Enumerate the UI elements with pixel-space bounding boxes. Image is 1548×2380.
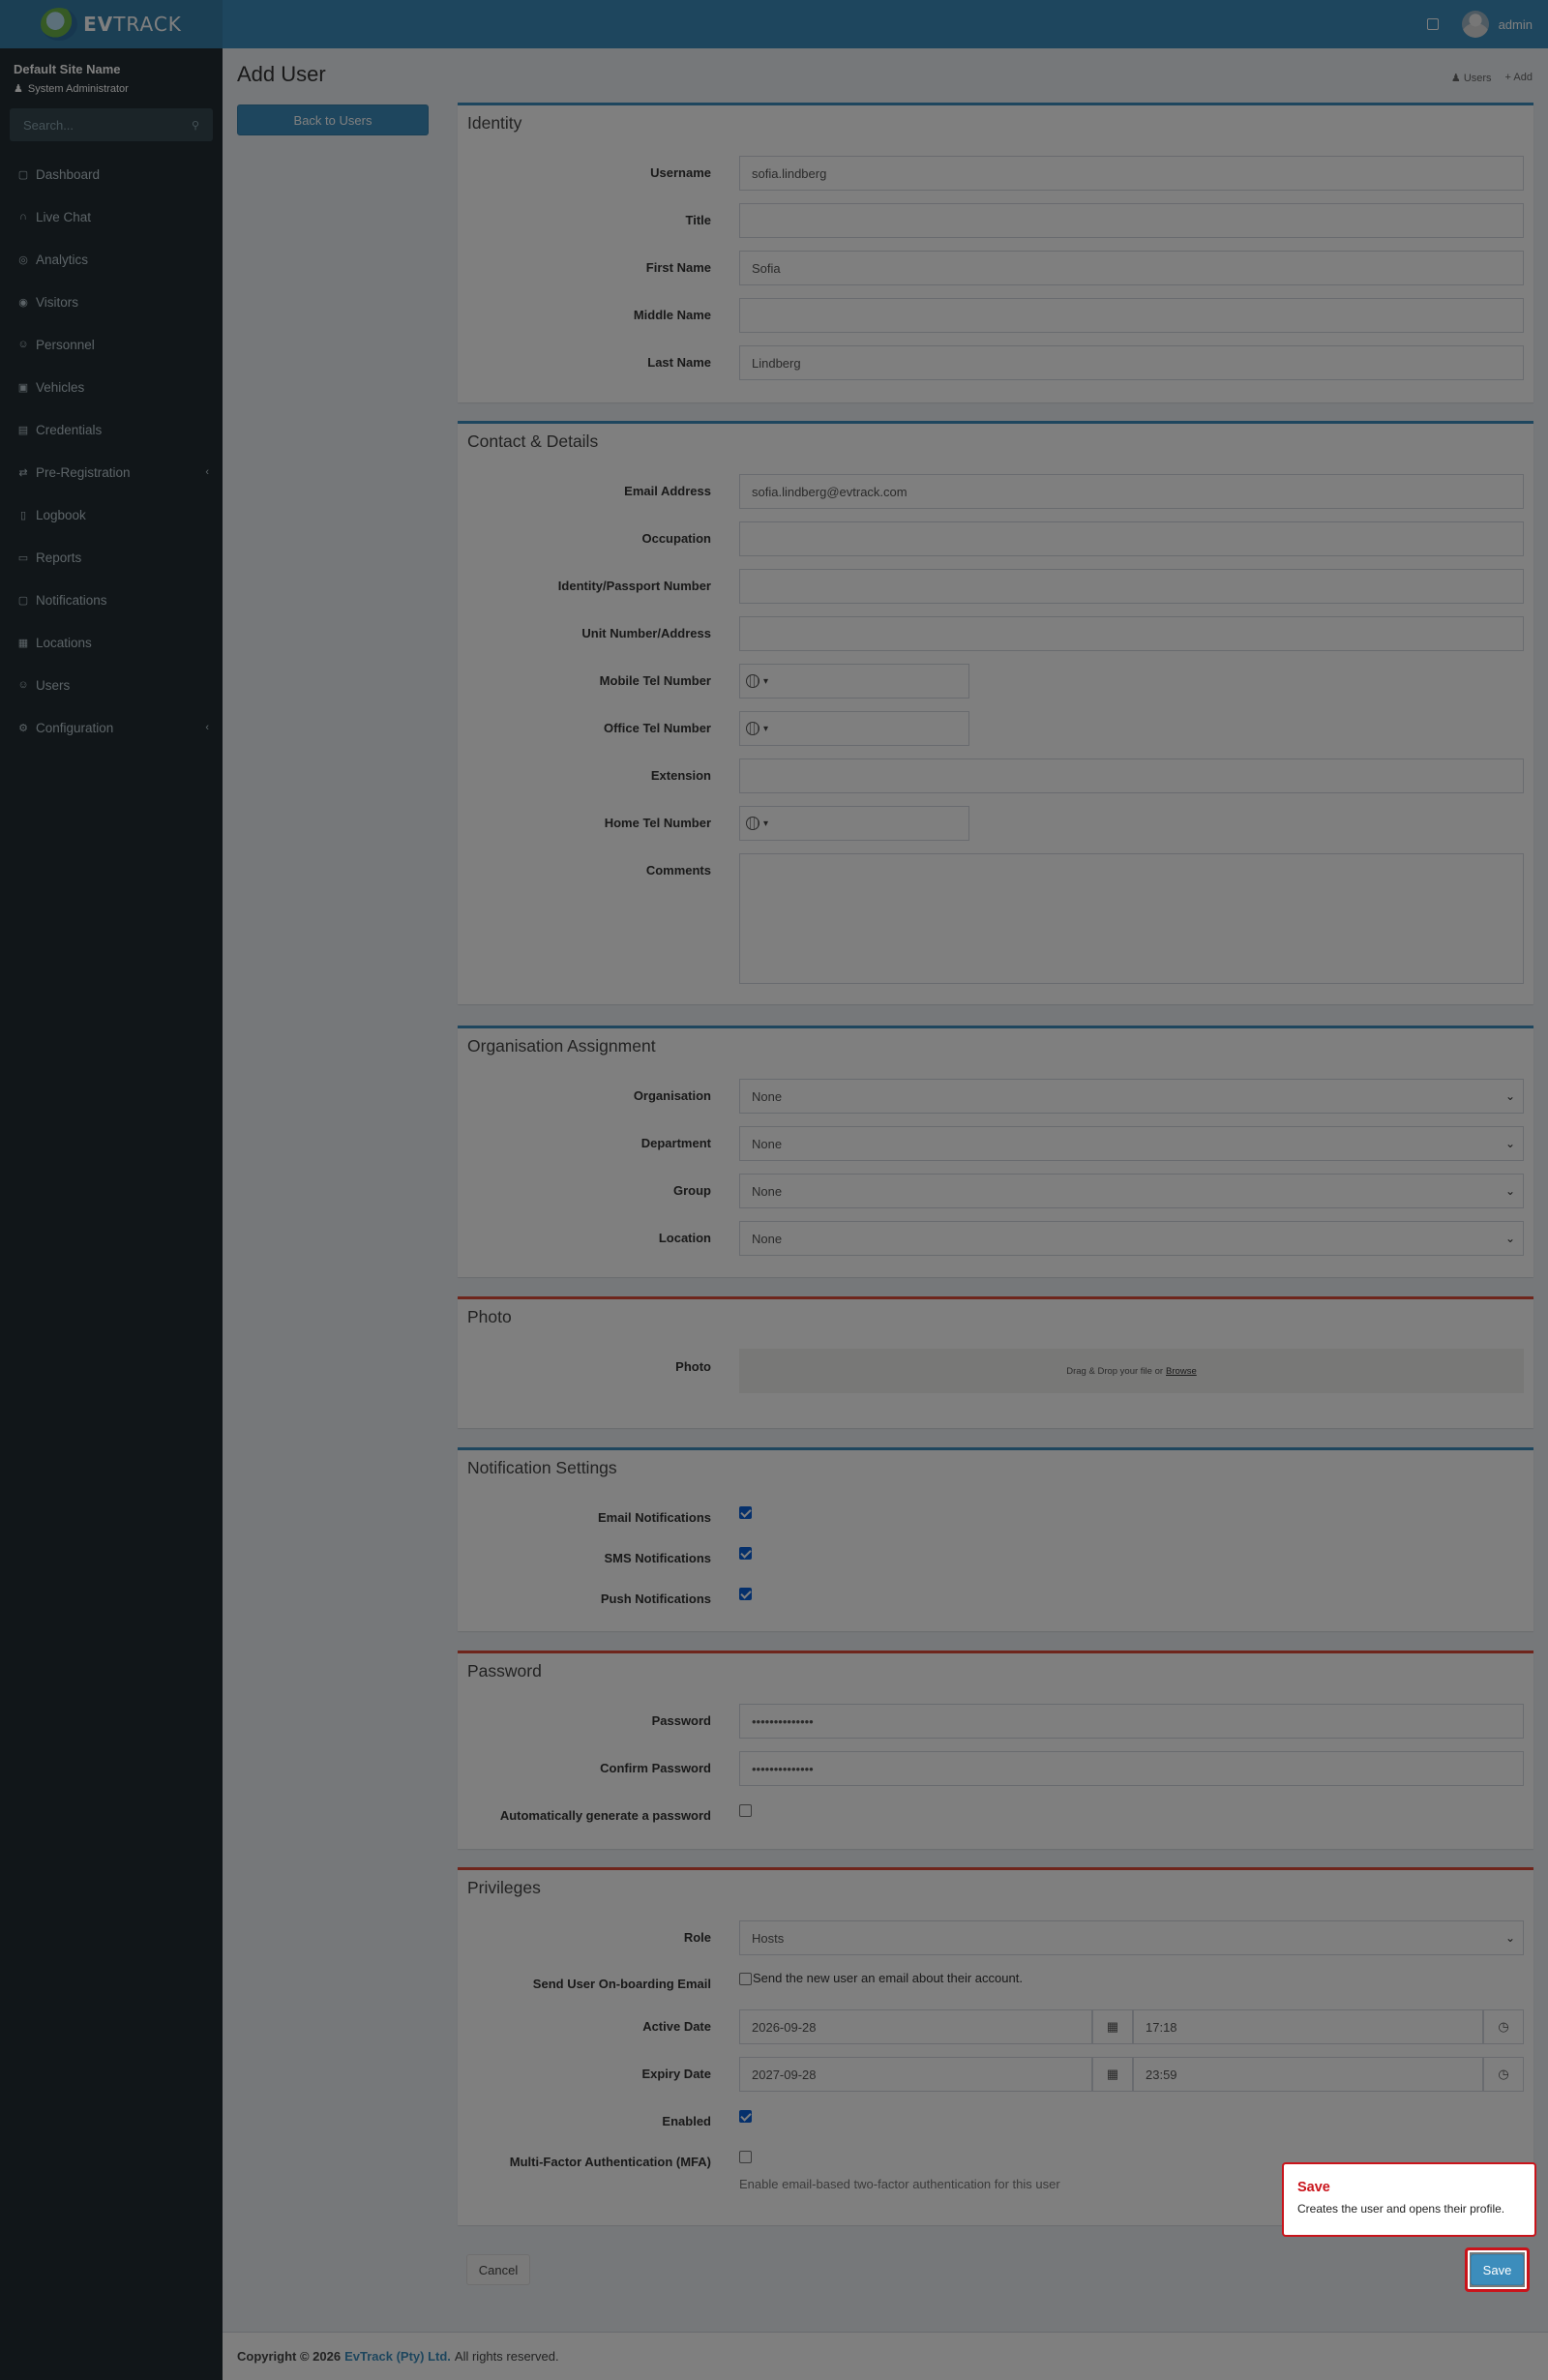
tour-highlight	[1465, 2247, 1530, 2292]
tour-tooltip: Save Creates the user and opens their pr…	[1282, 2162, 1536, 2237]
tour-overlay	[0, 0, 1548, 2380]
tooltip-body: Creates the user and opens their profile…	[1297, 2202, 1505, 2216]
tooltip-title: Save	[1297, 2180, 1330, 2195]
